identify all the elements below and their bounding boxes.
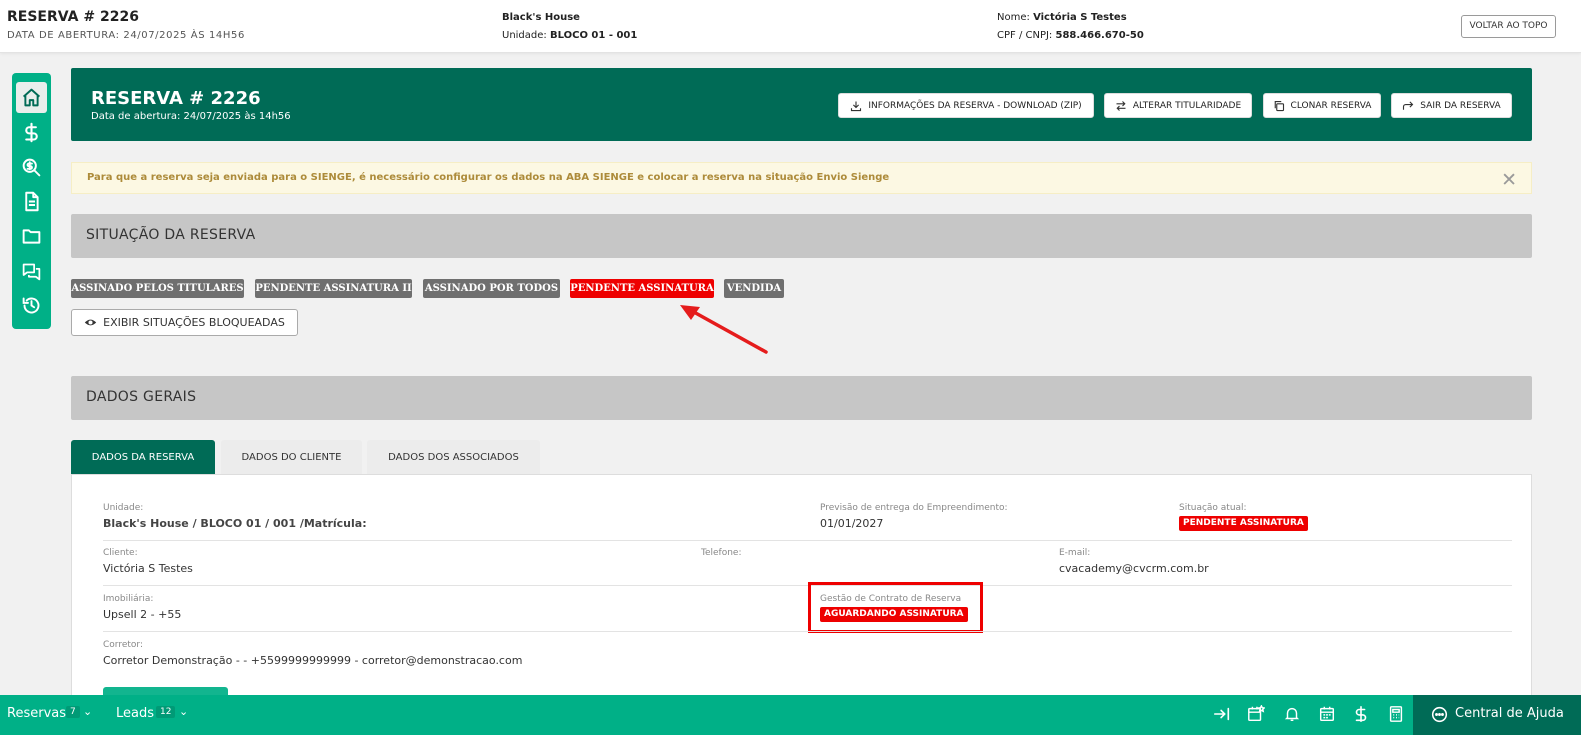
row-divider (103, 540, 1512, 541)
client-name: Nome: Victória S Testes (997, 12, 1127, 23)
reservation-title: RESERVA # 2226 (7, 9, 139, 25)
clone-reservation-label: CLONAR RESERVA (1290, 100, 1372, 111)
email-value: cvacademy@cvcrm.com.br (1059, 562, 1209, 575)
tab-associates-data[interactable]: DADOS DOS ASSOCIADOS (367, 440, 540, 475)
chat-icon (22, 263, 41, 281)
unit-value: Black's House / BLOCO 01 / 001 /Matrícul… (103, 517, 367, 530)
unit-label: Unidade: (502, 30, 547, 41)
status-tag-signed-all[interactable]: ASSINADO POR TODOS (423, 279, 560, 298)
row-divider (103, 631, 1512, 632)
eye-icon (84, 319, 97, 326)
delivery-forecast-value: 01/01/2027 (820, 517, 884, 530)
history-icon (22, 297, 40, 314)
download-icon (851, 101, 862, 111)
help-center-label: Central de Ajuda (1455, 706, 1564, 721)
sidebar-item-search-finance[interactable] (16, 152, 47, 183)
help-center-button[interactable]: Central de Ajuda (1413, 695, 1581, 735)
help-chat-icon (1431, 706, 1448, 723)
status-tag-pending-signature-ii[interactable]: PENDENTE ASSINATURA II (255, 279, 412, 298)
search-money-icon (22, 158, 41, 177)
broker-label: Corretor: (103, 640, 143, 650)
cpf-label: CPF / CNPJ: (997, 30, 1053, 41)
hero-subtitle: Data de abertura: 24/07/2025 às 14h56 (91, 111, 291, 122)
phone-label: Telefone: (701, 548, 742, 558)
swap-icon (1116, 100, 1126, 111)
unit-info: Unidade: BLOCO 01 - 001 (502, 30, 637, 41)
sidebar-item-home[interactable] (16, 82, 47, 113)
status-tag-signed-holders[interactable]: ASSINADO PELOS TITULARES (71, 279, 244, 298)
client-cpf: CPF / CNPJ: 588.466.670-50 (997, 30, 1144, 41)
exit-reservation-label: SAIR DA RESERVA (1420, 100, 1501, 111)
share-arrow-icon (1403, 100, 1414, 110)
current-status-badge: PENDENTE ASSINATURA (1179, 516, 1308, 531)
name-label: Nome: (997, 12, 1030, 23)
reservas-menu[interactable]: Reservas (7, 706, 66, 721)
email-label: E-mail: (1059, 548, 1091, 558)
clone-reservation-button[interactable]: CLONAR RESERVA (1263, 93, 1381, 118)
current-status-label: Situação atual: (1179, 503, 1247, 513)
folder-icon (22, 229, 41, 244)
change-owner-button[interactable]: ALTERAR TITULARIDADE (1104, 93, 1252, 118)
dollar-icon[interactable] (1351, 704, 1371, 724)
reservation-status-section: SITUAÇÃO DA RESERVA (71, 214, 1532, 258)
calendar-star-icon[interactable] (1246, 704, 1266, 724)
exit-reservation-button[interactable]: SAIR DA RESERVA (1391, 93, 1512, 118)
alert-text: Para que a reserva seja enviada para o S… (87, 172, 890, 183)
dollar-icon (25, 122, 38, 143)
close-icon[interactable]: ✕ (1501, 169, 1517, 191)
opening-date: DATA DE ABERTURA: 24/07/2025 ÀS 14H56 (7, 30, 245, 41)
sidebar-item-history[interactable] (16, 290, 47, 321)
sidebar-item-documents[interactable] (16, 186, 47, 217)
collapse-icon[interactable] (1212, 704, 1232, 724)
chevron-down-icon[interactable]: ⌄ (83, 705, 92, 718)
download-info-label: INFORMAÇÕES DA RESERVA - DOWNLOAD (ZIP) (868, 100, 1082, 111)
unit-label: Unidade: (103, 503, 144, 513)
section-title: SITUAÇÃO DA RESERVA (86, 227, 256, 243)
status-tag-sold[interactable]: VENDIDA (724, 279, 784, 298)
sidebar-item-financial[interactable] (16, 117, 47, 148)
unit-value: BLOCO 01 - 001 (549, 30, 638, 41)
client-value: Victória S Testes (103, 562, 193, 575)
calendar-icon[interactable] (1317, 704, 1337, 724)
name-value: Victória S Testes (1033, 12, 1127, 23)
broker-value: Corretor Demonstração - - +5599999999999… (103, 654, 523, 667)
chevron-down-icon[interactable]: ⌄ (179, 705, 188, 718)
general-data-section: DADOS GERAIS (71, 376, 1532, 420)
document-icon (25, 191, 39, 212)
reservation-data-panel: Unidade: Black's House / BLOCO 01 / 001 … (71, 474, 1532, 714)
sienge-warning-alert: Para que a reserva seja enviada para o S… (71, 162, 1532, 194)
tab-reservation-data[interactable]: DADOS DA RESERVA (71, 440, 215, 475)
reservas-count: 7 (66, 706, 80, 718)
contract-management-badge: AGUARDANDO ASSINATURA (820, 607, 968, 622)
copy-icon (1274, 100, 1284, 111)
bottom-bar: Reservas 7 ⌄ Leads 12 ⌄ Central de Ajuda (0, 695, 1581, 735)
sidebar-item-files[interactable] (16, 221, 47, 252)
back-to-top-button[interactable]: VOLTAR AO TOPO (1461, 15, 1556, 38)
sidebar (12, 73, 51, 329)
change-owner-label: ALTERAR TITULARIDADE (1132, 100, 1242, 111)
section-title: DADOS GERAIS (86, 389, 197, 405)
show-blocked-statuses-button[interactable]: EXIBIR SITUAÇÕES BLOQUEADAS (71, 309, 298, 336)
contract-management-label: Gestão de Contrato de Reserva (820, 594, 962, 604)
bell-icon[interactable] (1282, 704, 1302, 724)
leads-menu[interactable]: Leads (116, 706, 154, 721)
reservation-header: RESERVA # 2226 Data de abertura: 24/07/2… (71, 68, 1532, 141)
tab-client-data[interactable]: DADOS DO CLIENTE (221, 440, 362, 475)
hero-title: RESERVA # 2226 (91, 88, 261, 109)
show-blocked-label: EXIBIR SITUAÇÕES BLOQUEADAS (103, 316, 285, 329)
leads-count: 12 (156, 706, 176, 718)
cpf-value: 588.466.670-50 (1055, 30, 1144, 41)
real-estate-value: Upsell 2 - +55 (103, 608, 182, 621)
sidebar-item-messages[interactable] (16, 256, 47, 287)
real-estate-label: Imobiliária: (103, 594, 154, 604)
delivery-forecast-label: Previsão de entrega do Empreendimento: (820, 503, 1008, 513)
project-name: Black's House (502, 12, 580, 23)
home-icon (22, 88, 41, 107)
top-bar: RESERVA # 2226 DATA DE ABERTURA: 24/07/2… (0, 0, 1581, 53)
download-info-button[interactable]: INFORMAÇÕES DA RESERVA - DOWNLOAD (ZIP) (838, 93, 1094, 118)
annotation-arrow (680, 305, 768, 354)
status-tag-pending-signature[interactable]: PENDENTE ASSINATURA (570, 279, 714, 298)
calculator-icon[interactable] (1386, 704, 1406, 724)
client-label: Cliente: (103, 548, 138, 558)
